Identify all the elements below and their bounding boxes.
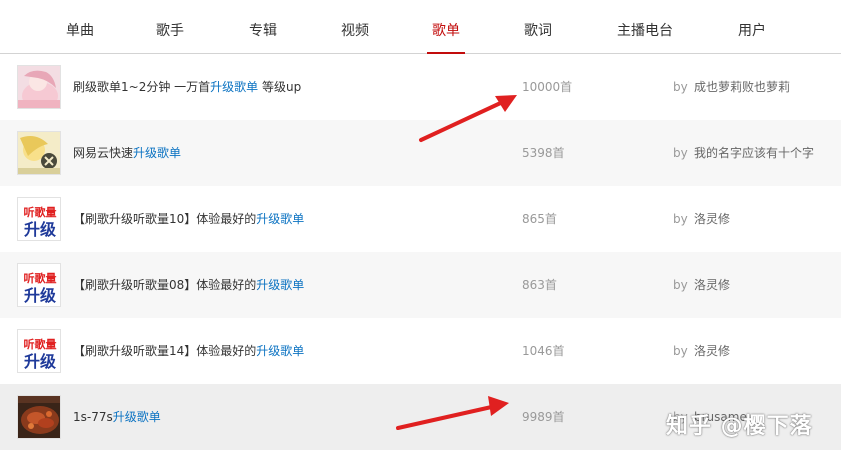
cover-text-top: 听歌量 <box>24 205 57 219</box>
creator-link[interactable]: 洛灵修 <box>694 252 730 318</box>
tab-artist[interactable]: 歌手 <box>140 0 200 54</box>
playlist-row[interactable]: 听歌量 升级 【刷歌升级听歌量14】体验最好的升级歌单 1046首 by 洛灵修 <box>0 318 841 384</box>
title-highlight: 升级歌单 <box>256 278 305 292</box>
title-text: 刷级歌单1~2分钟 一万首 <box>73 80 211 94</box>
track-count: 863首 <box>522 278 557 292</box>
creator-link[interactable]: 成也萝莉败也萝莉 <box>694 54 790 120</box>
creator-link[interactable]: 洛灵修 <box>694 186 730 252</box>
tab-single[interactable]: 单曲 <box>50 0 110 54</box>
playlist-title[interactable]: 【刷歌升级听歌量08】体验最好的升级歌单 <box>73 252 304 318</box>
tab-video[interactable]: 视频 <box>325 0 385 54</box>
title-text: 1s-77s <box>73 410 113 424</box>
upgrade-text-cover: 听歌量 升级 <box>18 330 60 372</box>
track-count: 5398首 <box>522 146 565 160</box>
title-text: 【刷歌升级听歌量08】体验最好的 <box>73 278 257 292</box>
playlist-cover[interactable] <box>17 65 61 109</box>
cover-text-top: 听歌量 <box>24 337 57 351</box>
playlist-cover[interactable]: 听歌量 升级 <box>17 263 61 307</box>
tab-lyrics[interactable]: 歌词 <box>508 0 568 54</box>
title-text: 网易云快速 <box>73 146 134 160</box>
tab-radio[interactable]: 主播电台 <box>600 0 690 54</box>
creator-link[interactable]: 我的名字应该有十个字 <box>694 120 814 186</box>
playlist-cover[interactable]: 听歌量 升级 <box>17 197 61 241</box>
title-text: 【刷歌升级听歌量10】体验最好的 <box>73 212 257 226</box>
food-photo-icon <box>18 396 60 438</box>
anime-yellow-icon <box>18 132 60 174</box>
by-label: by <box>673 80 688 94</box>
track-count: 865首 <box>522 212 557 226</box>
title-highlight: 升级歌单 <box>210 80 259 94</box>
zhihu-watermark: 知乎 @樱下落 <box>666 414 813 439</box>
cover-text-bottom: 升级 <box>24 286 57 305</box>
playlist-cover[interactable] <box>17 395 61 439</box>
title-text: 【刷歌升级听歌量14】体验最好的 <box>73 344 257 358</box>
cover-text-bottom: 升级 <box>24 220 57 239</box>
playlist-row[interactable]: 刷级歌单1~2分钟 一万首升级歌单 等级up 10000首 by 成也萝莉败也萝… <box>0 54 841 120</box>
playlist-title[interactable]: 【刷歌升级听歌量10】体验最好的升级歌单 <box>73 186 304 252</box>
by-label: by <box>673 146 688 160</box>
playlist-row[interactable]: 网易云快速升级歌单 5398首 by 我的名字应该有十个字 <box>0 120 841 186</box>
track-count: 9989首 <box>522 410 565 424</box>
playlist-row[interactable]: 听歌量 升级 【刷歌升级听歌量10】体验最好的升级歌单 865首 by 洛灵修 <box>0 186 841 252</box>
cover-text-top: 听歌量 <box>24 271 57 285</box>
playlist-row[interactable]: 听歌量 升级 【刷歌升级听歌量08】体验最好的升级歌单 863首 by 洛灵修 <box>0 252 841 318</box>
tab-playlist[interactable]: 歌单 <box>416 0 476 54</box>
upgrade-text-cover: 听歌量 升级 <box>18 264 60 306</box>
track-count: 10000首 <box>522 80 573 94</box>
playlist-results: 刷级歌单1~2分钟 一万首升级歌单 等级up 10000首 by 成也萝莉败也萝… <box>0 54 841 450</box>
by-label: by <box>673 212 688 226</box>
search-type-tabs: 单曲 歌手 专辑 视频 歌单 歌词 主播电台 用户 <box>0 0 841 54</box>
upgrade-text-cover: 听歌量 升级 <box>18 198 60 240</box>
playlist-title[interactable]: 网易云快速升级歌单 <box>73 120 181 186</box>
playlist-cover[interactable] <box>17 131 61 175</box>
tab-album[interactable]: 专辑 <box>233 0 293 54</box>
playlist-title[interactable]: 1s-77s升级歌单 <box>73 384 161 450</box>
title-highlight: 升级歌单 <box>112 410 161 424</box>
tab-user[interactable]: 用户 <box>722 0 782 54</box>
anime-pink-icon <box>18 66 60 108</box>
track-count: 1046首 <box>522 344 565 358</box>
title-suffix: 等级up <box>258 80 302 94</box>
by-label: by <box>673 344 688 358</box>
title-highlight: 升级歌单 <box>256 212 305 226</box>
cover-text-bottom: 升级 <box>24 352 57 371</box>
playlist-title[interactable]: 【刷歌升级听歌量14】体验最好的升级歌单 <box>73 318 304 384</box>
playlist-title[interactable]: 刷级歌单1~2分钟 一万首升级歌单 等级up <box>73 54 301 120</box>
title-highlight: 升级歌单 <box>256 344 305 358</box>
playlist-cover[interactable]: 听歌量 升级 <box>17 329 61 373</box>
creator-link[interactable]: 洛灵修 <box>694 318 730 384</box>
title-highlight: 升级歌单 <box>133 146 182 160</box>
by-label: by <box>673 278 688 292</box>
